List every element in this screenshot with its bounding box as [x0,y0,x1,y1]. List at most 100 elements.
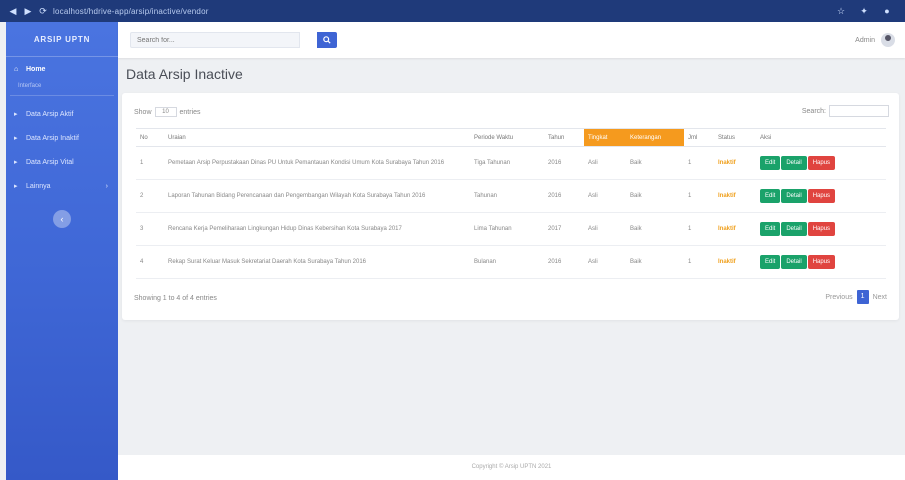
search-button[interactable] [317,32,337,48]
sidebar-item-label: Lainnya [26,182,51,190]
detail-button[interactable]: Detail [781,222,807,236]
sidebar-item-lainnya[interactable]: ▸ Lainnya › [6,174,118,198]
sidebar-toggle-button[interactable]: ‹ [53,210,71,228]
cell-tingkat: Asli [584,179,626,213]
cell-uraian: Rekap Surat Keluar Masuk Sekretariat Dae… [164,245,470,279]
table-row: 1 Pemetaan Arsip Perpustakaan Dinas PU U… [136,146,886,180]
edit-button[interactable]: Edit [760,255,781,269]
back-icon[interactable]: ◀ [8,6,18,16]
sidebar-item-dashboard[interactable]: ⌂ Home [6,57,118,81]
cell-no: 1 [136,146,164,180]
table-row: 3 Rencana Kerja Pemeliharaan Lingkungan … [136,212,886,246]
browser-topbar: ◀ ▶ ⟳ localhost/hdrive-app/arsip/inactiv… [0,0,905,22]
sidebar-item-arsip-inaktif[interactable]: ▸ Data Arsip Inaktif [6,126,118,150]
pagination-next[interactable]: Next [873,294,887,301]
status-badge: Inaktif [714,245,756,279]
archive-table: No Uraian Periode Waktu Tahun Tingkat Ke… [136,128,886,279]
entries-label: entries [179,108,201,116]
cell-keterangan: Baik [626,212,684,246]
folder-icon: ▸ [14,183,18,190]
column-header-keterangan[interactable]: Keterangan [626,128,684,147]
column-header-aksi: Aksi [756,128,886,147]
cell-tahun: 2016 [544,245,584,279]
cell-jml: 1 [684,212,714,246]
cell-tingkat: Asli [584,212,626,246]
sidebar-item-label: Data Arsip Vital [26,158,74,166]
column-header-no[interactable]: No [136,128,164,147]
avatar [881,33,895,47]
sidebar-item-arsip-vital[interactable]: ▸ Data Arsip Vital [6,150,118,174]
edit-button[interactable]: Edit [760,222,781,236]
cell-keterangan: Baik [626,245,684,279]
cell-no: 3 [136,212,164,246]
pagination: Previous 1 Next [825,290,887,304]
table-info: Showing 1 to 4 of 4 entries [134,295,217,302]
cell-periode: Tahunan [470,179,544,213]
detail-button[interactable]: Detail [781,255,807,269]
footer: Copyright © Arsip UPTN 2021 [118,455,905,480]
status-badge: Inaktif [714,212,756,246]
sidebar-brand[interactable]: ARSIP UPTN [6,22,118,57]
page-title: Data Arsip Inactive [126,66,243,82]
user-menu[interactable]: Admin [855,33,895,47]
edit-button[interactable]: Edit [760,156,781,170]
sidebar-item-label: Data Arsip Inaktif [26,134,79,142]
cell-periode: Lima Tahunan [470,212,544,246]
detail-button[interactable]: Detail [781,156,807,170]
delete-button[interactable]: Hapus [807,189,836,203]
chevron-left-icon: ‹ [60,214,64,224]
cell-tingkat: Asli [584,146,626,180]
length-control: Show 10 entries [134,107,201,117]
sidebar-heading: Interface [10,81,114,96]
column-header-status[interactable]: Status [714,128,756,147]
star-icon[interactable]: ☆ [836,6,846,16]
cell-keterangan: Baik [626,146,684,180]
sidebar-item-label: Data Arsip Aktif [26,110,74,118]
show-label: Show [134,108,152,116]
column-header-uraian[interactable]: Uraian [164,128,470,147]
cell-jml: 1 [684,146,714,180]
cell-periode: Tiga Tahunan [470,146,544,180]
status-badge: Inaktif [714,146,756,180]
cell-jml: 1 [684,179,714,213]
table-search: Search: [802,105,889,117]
detail-button[interactable]: Detail [781,189,807,203]
cell-keterangan: Baik [626,179,684,213]
pagination-page-current[interactable]: 1 [856,290,869,304]
cell-uraian: Rencana Kerja Pemeliharaan Lingkungan Hi… [164,212,470,246]
sidebar: ARSIP UPTN ⌂ Home Interface ▸ Data Arsip… [6,22,118,480]
extension-icon[interactable]: ✦ [859,6,869,16]
column-header-tahun[interactable]: Tahun [544,128,584,147]
delete-button[interactable]: Hapus [807,222,836,236]
cell-periode: Bulanan [470,245,544,279]
reload-icon[interactable]: ⟳ [38,6,48,16]
cell-actions: Edit Detail Hapus [756,179,886,213]
column-header-tingkat[interactable]: Tingkat [584,128,626,147]
table-row: 4 Rekap Surat Keluar Masuk Sekretariat D… [136,245,886,279]
cell-actions: Edit Detail Hapus [756,146,886,180]
url-text[interactable]: localhost/hdrive-app/arsip/inactive/vend… [53,7,209,16]
table-search-label: Search: [801,107,826,115]
edit-button[interactable]: Edit [760,189,781,203]
delete-button[interactable]: Hapus [807,156,836,170]
data-card: Show 10 entries Search: No Uraian Period… [122,93,899,320]
cell-no: 4 [136,245,164,279]
entries-select[interactable]: 10 [154,107,177,117]
status-badge: Inaktif [714,179,756,213]
pagination-previous[interactable]: Previous [825,294,852,301]
profile-icon[interactable]: ● [882,6,892,16]
forward-icon[interactable]: ▶ [23,6,33,16]
search-input[interactable] [130,32,300,48]
cell-actions: Edit Detail Hapus [756,245,886,279]
table-row: 2 Laporan Tahunan Bidang Perencanaan dan… [136,179,886,213]
column-header-jml[interactable]: Jml [684,128,714,147]
cell-tingkat: Asli [584,245,626,279]
folder-icon: ▸ [14,159,18,166]
delete-button[interactable]: Hapus [807,255,836,269]
sidebar-item-arsip-aktif[interactable]: ▸ Data Arsip Aktif [6,102,118,126]
cell-actions: Edit Detail Hapus [756,212,886,246]
table-search-input[interactable] [829,105,889,117]
column-header-periode[interactable]: Periode Waktu [470,128,544,147]
table-header-row: No Uraian Periode Waktu Tahun Tingkat Ke… [136,128,886,147]
cell-tahun: 2016 [544,179,584,213]
